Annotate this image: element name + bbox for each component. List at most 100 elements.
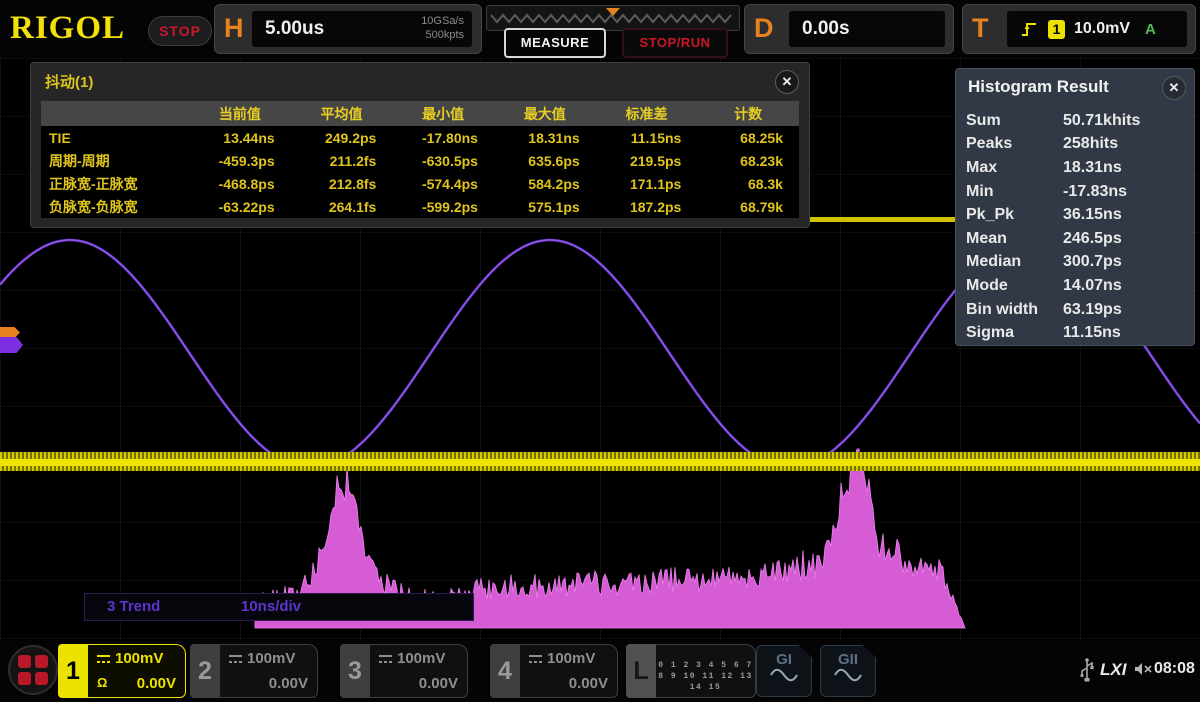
clock-time: 08:08 (1154, 660, 1195, 678)
sample-rate: 10GSa/s (421, 14, 464, 28)
channel-4-box[interactable]: 4 100mV 0.00V (490, 644, 618, 698)
measure-value: 11.15ns (596, 130, 698, 146)
measure-value: -574.4ps (392, 176, 494, 192)
column-header: 平均值 (291, 104, 393, 124)
stat-value: 11.15ns (1063, 324, 1188, 342)
measure-value: 68.25k (697, 130, 799, 146)
sine-icon (833, 668, 863, 682)
measure-value: -630.5ps (392, 153, 494, 169)
histogram-rows: Sum50.71khitsPeaks258hitsMax18.31nsMin-1… (966, 109, 1188, 345)
horizontal-scale-group[interactable]: H 5.00us 10GSa/s 500kpts (214, 4, 482, 54)
histogram-stat-row: Sum50.71khits (966, 109, 1188, 133)
column-header: 最大值 (494, 104, 596, 124)
trigger-sweep-mode: A (1145, 21, 1156, 38)
jitter-measure-panel: 抖动(1) ✕ 当前值平均值最小值最大值标准差计数TIE13.44ns249.2… (30, 62, 810, 228)
channel-scale: 100mV (547, 650, 595, 667)
jitter-row: 正脉宽-正脉宽-468.8ps212.8fs-574.4ps584.2ps171… (41, 172, 799, 195)
channel-offset: 0.00V (269, 675, 308, 692)
channel-number-tab[interactable]: 2 (190, 644, 220, 698)
stat-value: 14.07ns (1063, 277, 1188, 295)
menu-button[interactable] (8, 645, 58, 695)
bottom-status-bar: 1100mVΩ0.00V2 100mV 0.00V 3 100mV 0.00V 4 100mV… (0, 640, 1200, 702)
generator-1-label: GI (757, 651, 811, 668)
stat-value: 258hits (1063, 135, 1188, 153)
histogram-panel-title: Histogram Result (968, 77, 1109, 97)
trigger-source-badge: 1 (1048, 20, 1065, 39)
trigger-position-marker[interactable] (606, 8, 620, 16)
trigger-group[interactable]: T 1 10.0mV A (962, 4, 1196, 54)
measure-value: 68.23k (697, 153, 799, 169)
stat-value: 18.31ns (1063, 159, 1188, 177)
measure-value: 18.31ns (494, 130, 596, 146)
dc-coupling-icon (529, 654, 542, 664)
column-header: 当前值 (189, 104, 291, 124)
histogram-stat-row: Median300.7ps (966, 251, 1188, 275)
sine-icon (769, 668, 799, 682)
jitter-row: 负脉宽-负脉宽-63.22ps264.1fs-599.2ps575.1ps187… (41, 195, 799, 218)
measure-value: -63.22ps (189, 199, 291, 215)
impedance-label: Ω (97, 675, 107, 692)
stat-label: Max (966, 159, 1063, 177)
column-header: 最小值 (392, 104, 494, 124)
lxi-logo: LXI (1100, 660, 1126, 680)
stat-label: Mode (966, 277, 1063, 295)
measure-value: 68.79k (697, 199, 799, 215)
channel-number-tab[interactable]: 3 (340, 644, 370, 698)
stat-value: 300.7ps (1063, 253, 1188, 271)
channel-scale: 100mV (247, 650, 295, 667)
close-icon[interactable]: ✕ (775, 70, 799, 94)
measure-value: -459.3ps (189, 153, 291, 169)
histogram-stat-row: Peaks258hits (966, 133, 1188, 157)
measure-button[interactable]: MEASURE (504, 28, 606, 58)
measure-value: 187.2ps (596, 199, 698, 215)
measure-value: -468.8ps (189, 176, 291, 192)
stat-label: Pk_Pk (966, 206, 1063, 224)
column-header: 计数 (697, 104, 799, 124)
stat-value: 63.19ps (1063, 301, 1188, 319)
jitter-table-header: 当前值平均值最小值最大值标准差计数 (41, 101, 799, 126)
jitter-table: 当前值平均值最小值最大值标准差计数TIE13.44ns249.2ps-17.80… (41, 101, 799, 218)
generator-2-label: GII (821, 651, 875, 668)
channel1-trace-high-rail (806, 217, 958, 222)
jitter-panel-title: 抖动(1) (45, 71, 93, 92)
histogram-stat-row: Min-17.83ns (966, 180, 1188, 204)
measure-value: 584.2ps (494, 176, 596, 192)
stat-value: 36.15ns (1063, 206, 1188, 224)
run-state-badge[interactable]: STOP (148, 16, 212, 46)
digital-row-2: 8 9 10 11 12 13 14 15 (656, 671, 755, 693)
channel-1-box[interactable]: 1100mVΩ0.00V (58, 644, 186, 698)
digital-row-1: 0 1 2 3 4 5 6 7 (656, 660, 755, 671)
brand-logo: RIGOL (10, 10, 125, 47)
digital-channels-box[interactable]: L 0 1 2 3 4 5 6 7 8 9 10 11 12 13 14 15 (626, 644, 756, 698)
measure-item-label: 周期-周期 (41, 151, 189, 171)
histogram-stat-row: Max18.31ns (966, 156, 1188, 180)
usb-icon (1080, 656, 1094, 689)
generator-2-box[interactable]: GII (820, 645, 876, 697)
channel-2-box[interactable]: 2 100mV 0.00V (190, 644, 318, 698)
speaker-muted-icon[interactable] (1133, 661, 1153, 680)
trigger-slope-icon (1019, 19, 1039, 39)
measure-value: 212.8fs (291, 176, 393, 192)
measure-value: 219.5ps (596, 153, 698, 169)
dc-coupling-icon (97, 654, 110, 664)
channel1-trace-core (0, 459, 1200, 466)
top-status-bar: RIGOL STOP H 5.00us 10GSa/s 500kpts MEAS… (0, 0, 1200, 58)
delay-group[interactable]: D 0.00s (744, 4, 954, 54)
stat-label: Peaks (966, 135, 1063, 153)
trigger-label: T (972, 13, 989, 44)
dc-coupling-icon (229, 654, 242, 664)
stat-label: Median (966, 253, 1063, 271)
horizontal-label: H (224, 13, 244, 44)
channel-scale: 100mV (397, 650, 445, 667)
channel-number-tab[interactable]: 4 (490, 644, 520, 698)
generator-1-box[interactable]: GI (756, 645, 812, 697)
stop-run-button[interactable]: STOP/RUN (622, 28, 728, 58)
digital-label: L (626, 644, 656, 698)
stat-label: Sum (966, 112, 1063, 130)
close-icon[interactable]: ✕ (1162, 76, 1186, 100)
measure-value: -599.2ps (392, 199, 494, 215)
histogram-result-panel: Histogram Result ✕ Sum50.71khitsPeaks258… (955, 68, 1195, 346)
channel-offset: 0.00V (569, 675, 608, 692)
channel-3-box[interactable]: 3100mV0.00V (340, 644, 468, 698)
channel-number-tab[interactable]: 1 (58, 644, 88, 698)
